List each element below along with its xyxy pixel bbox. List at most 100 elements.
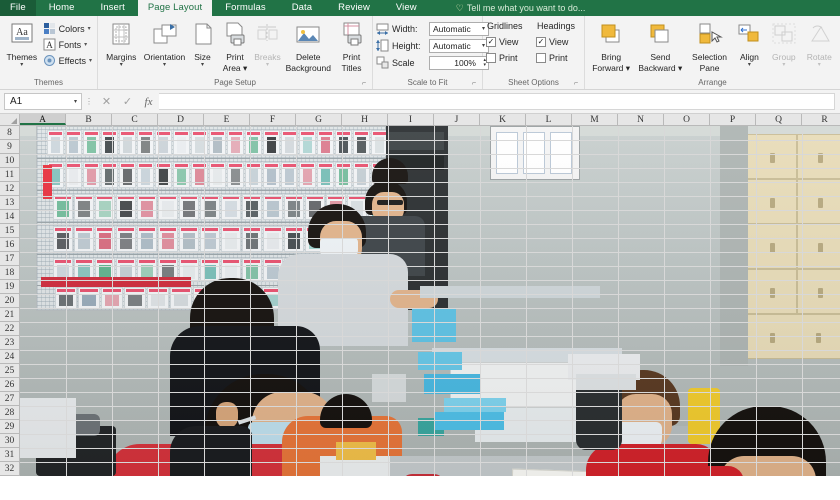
row-header-12[interactable]: 12 (0, 182, 19, 196)
row-header-28[interactable]: 28 (0, 406, 19, 420)
column-header-k[interactable]: K (480, 114, 526, 125)
name-box[interactable]: A1 ▾ (4, 93, 82, 110)
checkmark-icon[interactable]: ✓ (117, 93, 138, 110)
row-header-30[interactable]: 30 (0, 434, 19, 448)
theme-colors-button[interactable]: Colors ▾ (41, 21, 94, 36)
align-button[interactable]: Align ▾ (733, 18, 766, 70)
row-header-32[interactable]: 32 (0, 462, 19, 476)
column-header-p[interactable]: P (710, 114, 756, 125)
row-header-24[interactable]: 24 (0, 350, 19, 364)
column-header-q[interactable]: Q (756, 114, 802, 125)
size-button[interactable]: Size ▾ (188, 18, 218, 70)
select-all-button[interactable] (0, 114, 20, 126)
orientation-button[interactable]: Orientation ▾ (142, 18, 188, 70)
row-header-10[interactable]: 10 (0, 154, 19, 168)
headings-view-checkbox[interactable]: ✓ View (536, 34, 582, 50)
row-header-8[interactable]: 8 (0, 126, 19, 140)
row-header-15[interactable]: 15 (0, 224, 19, 238)
column-header-m[interactable]: M (572, 114, 618, 125)
column-header-j[interactable]: J (434, 114, 480, 125)
gridlines-view-checkbox[interactable]: ✓ View (486, 34, 532, 50)
tab-data[interactable]: Data (279, 0, 325, 16)
row-header-22[interactable]: 22 (0, 322, 19, 336)
scale-width-row: Width: Automatic ▾ (376, 20, 489, 37)
column-header-i[interactable]: I (388, 114, 434, 125)
row-header-11[interactable]: 11 (0, 168, 19, 182)
sheet-area[interactable] (20, 126, 840, 476)
column-header-d[interactable]: D (158, 114, 204, 125)
row-header-23[interactable]: 23 (0, 336, 19, 350)
row-header-21[interactable]: 21 (0, 308, 19, 322)
theme-effects-button[interactable]: Effects ▾ (41, 53, 94, 68)
row-header-26[interactable]: 26 (0, 378, 19, 392)
column-header-l[interactable]: L (526, 114, 572, 125)
print-titles-button[interactable]: Print Titles (334, 18, 369, 73)
column-header-g[interactable]: G (296, 114, 342, 125)
scale-percent-label: Scale (392, 57, 415, 68)
themes-small-buttons: Colors ▾ A Fonts ▾ Effects ▾ (41, 18, 94, 68)
column-header-n[interactable]: N (618, 114, 664, 125)
scale-to-fit-dialog-launcher[interactable]: ⌐ (472, 80, 480, 88)
scale-height-dropdown[interactable]: Automatic ▾ (429, 38, 489, 53)
size-caret-icon: ▾ (201, 62, 205, 68)
formula-bar-resize-handle[interactable]: ⋮ (82, 97, 96, 106)
theme-fonts-button[interactable]: A Fonts ▾ (41, 37, 94, 52)
row-header-13[interactable]: 13 (0, 196, 19, 210)
row-header-9[interactable]: 9 (0, 140, 19, 154)
row-header-31[interactable]: 31 (0, 448, 19, 462)
breaks-caret-icon: ▾ (265, 62, 269, 68)
page-setup-dialog-launcher[interactable]: ⌐ (362, 80, 370, 88)
phone-repair-shop-photo (20, 126, 840, 476)
row-header-16[interactable]: 16 (0, 238, 19, 252)
column-header-e[interactable]: E (204, 114, 250, 125)
ribbon-group-page-setup: Margins ▾ Orientation ▾ Size ▾ Print Are… (98, 16, 373, 89)
close-icon[interactable]: ✕ (96, 93, 117, 110)
row-header-19[interactable]: 19 (0, 280, 19, 294)
tab-home[interactable]: Home (36, 0, 88, 16)
print-area-button[interactable]: Print Area ▾ (218, 18, 253, 73)
column-header-f[interactable]: F (250, 114, 296, 125)
margins-button[interactable]: Margins ▾ (101, 18, 142, 70)
row-header-18[interactable]: 18 (0, 266, 19, 280)
tab-formulas[interactable]: Formulas (212, 0, 278, 16)
checkbox-unchecked-icon (486, 53, 496, 63)
delete-background-button[interactable]: Delete Background (282, 18, 334, 73)
orientation-caret-icon: ▾ (163, 62, 167, 68)
column-header-c[interactable]: C (112, 114, 158, 125)
svg-text:A: A (46, 40, 53, 50)
themes-button[interactable]: Aa Themes ▾ (3, 18, 41, 70)
row-header-14[interactable]: 14 (0, 210, 19, 224)
selection-pane-button[interactable]: Selection Pane (686, 18, 732, 73)
scale-width-dropdown[interactable]: Automatic ▾ (429, 21, 489, 36)
row-header-29[interactable]: 29 (0, 420, 19, 434)
scale-percent-spinner[interactable]: 100% ▴ ▾ (429, 55, 489, 70)
bring-forward-button[interactable]: Bring Forward ▾ (588, 18, 634, 73)
ribbon: Aa Themes ▾ Colors ▾ A Fonts ▾ Effects ▾… (0, 16, 840, 90)
tell-me-search-box[interactable]: ♡ Tell me what you want to do... (430, 0, 586, 16)
column-header-o[interactable]: O (664, 114, 710, 125)
sheet-options-dialog-launcher[interactable]: ⌐ (574, 80, 582, 88)
row-header-25[interactable]: 25 (0, 364, 19, 378)
rotate-icon (804, 21, 834, 51)
tab-file[interactable]: File (0, 0, 36, 16)
formula-input[interactable] (159, 93, 835, 110)
tab-page-layout[interactable]: Page Layout (137, 0, 213, 16)
send-backward-button[interactable]: Send Backward ▾ (634, 18, 686, 73)
row-header-20[interactable]: 20 (0, 294, 19, 308)
row-header-27[interactable]: 27 (0, 392, 19, 406)
insert-function-icon[interactable]: fx (138, 93, 159, 110)
tab-insert[interactable]: Insert (87, 0, 137, 16)
row-header-17[interactable]: 17 (0, 252, 19, 266)
column-header-h[interactable]: H (342, 114, 388, 125)
tab-view[interactable]: View (383, 0, 430, 16)
tab-review[interactable]: Review (325, 0, 383, 16)
gridlines-print-checkbox[interactable]: Print (486, 50, 532, 66)
background-icon (293, 21, 323, 51)
fit-width-icon (376, 22, 389, 35)
headings-print-checkbox[interactable]: Print (536, 50, 582, 66)
sheet-options-gridlines-column: Gridlines ✓ View Print (486, 19, 532, 66)
column-header-a[interactable]: A (20, 114, 66, 125)
column-header-r[interactable]: R (802, 114, 840, 125)
column-header-b[interactable]: B (66, 114, 112, 125)
tab-insert-label: Insert (100, 2, 125, 13)
